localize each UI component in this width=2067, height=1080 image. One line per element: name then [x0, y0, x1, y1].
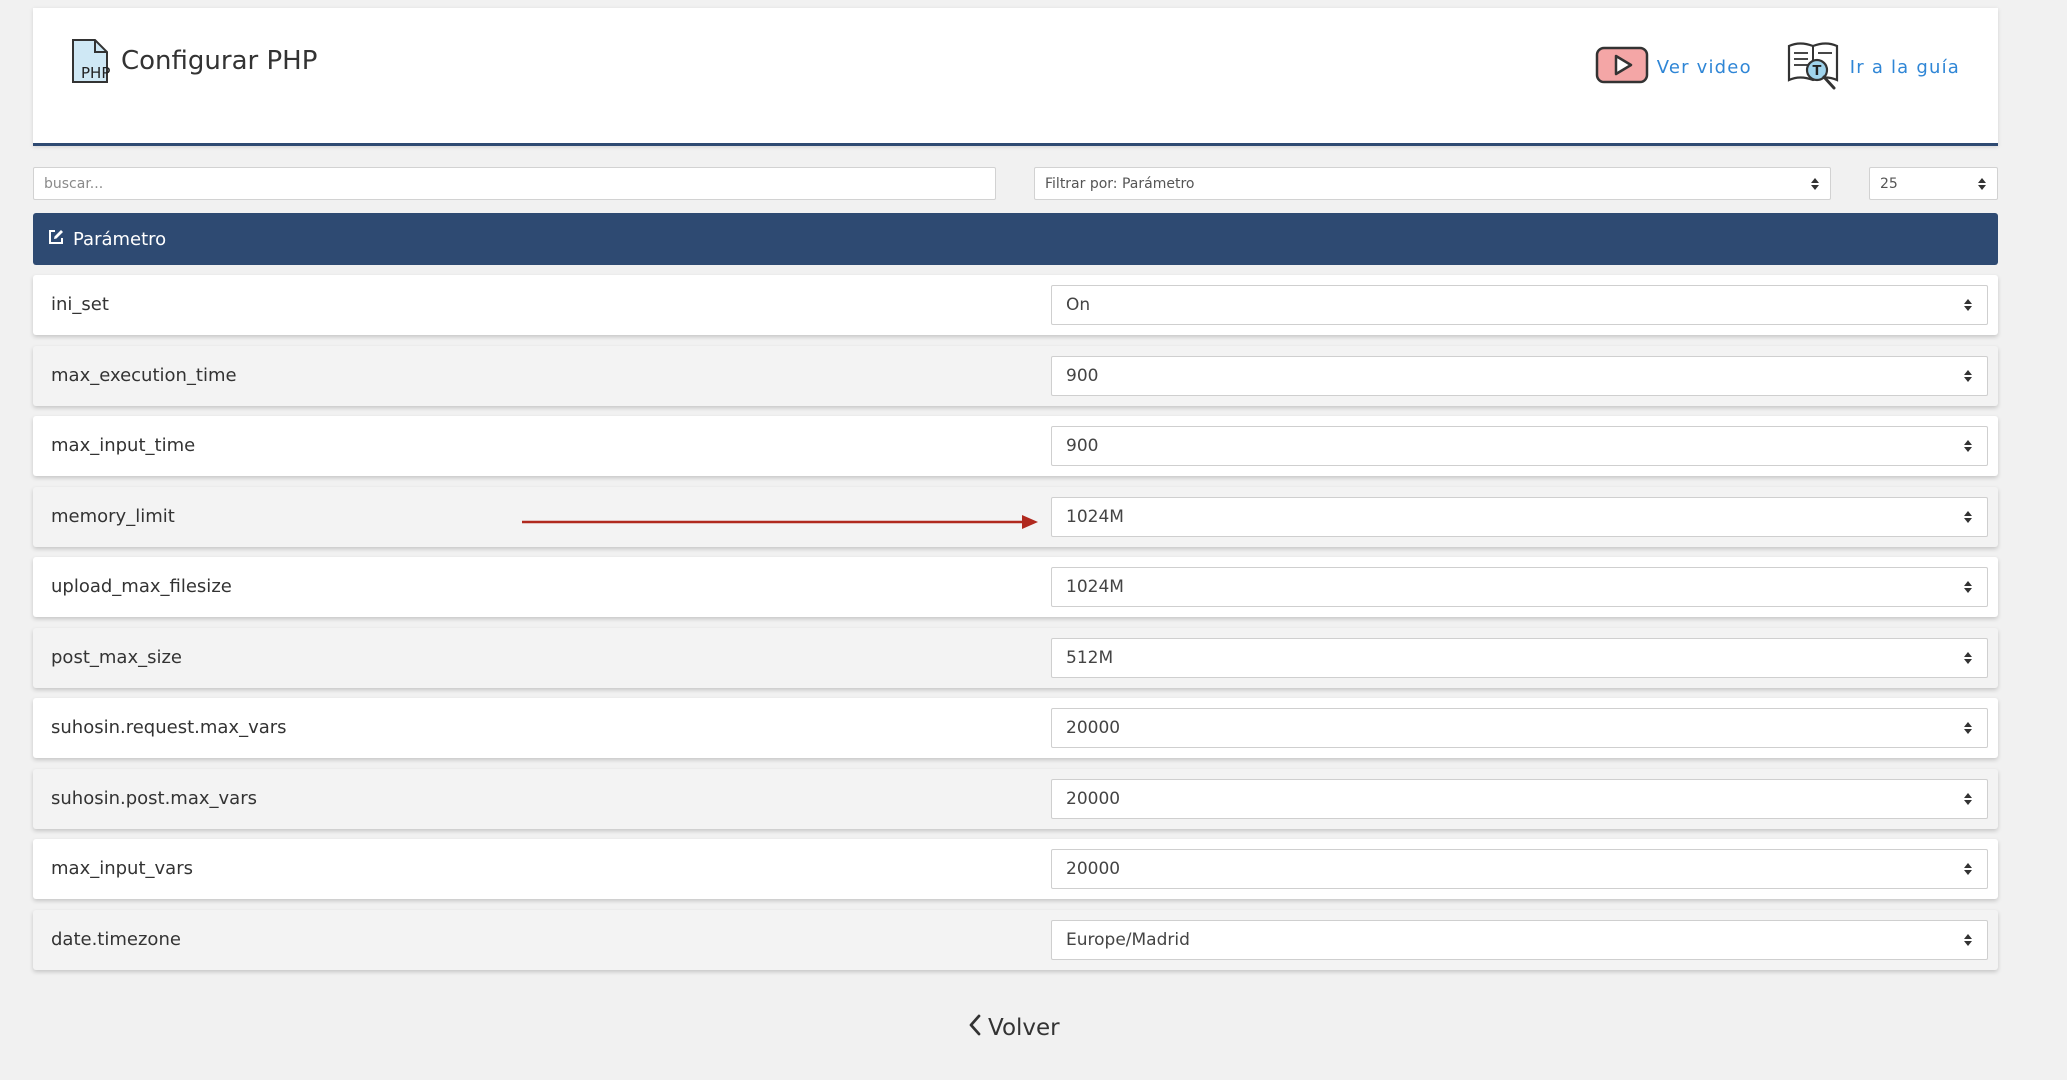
select-arrows-icon — [1810, 177, 1820, 190]
parameter-list: ini_set On max_execution_time 900 max_input_… — [33, 275, 1998, 980]
parameter-value-select[interactable]: Europe/Madrid — [1051, 919, 1988, 960]
parameter-value: 900 — [1066, 436, 1099, 456]
filter-bar: Filtrar por: Parámetro 25 — [33, 167, 1998, 200]
header-actions: Ver video T Ir a la guía — [1595, 38, 1960, 97]
parameter-name: max_input_time — [51, 435, 196, 456]
parameter-name: memory_limit — [51, 505, 175, 527]
parameter-row: suhosin.request.max_vars 20000 — [33, 698, 1998, 758]
select-arrows-icon — [1963, 722, 1973, 734]
select-arrows-icon — [1963, 581, 1973, 593]
parameter-row: max_execution_time 900 — [33, 345, 1998, 406]
parameter-row: max_input_time 900 — [33, 416, 1998, 476]
parameter-row: suhosin.post.max_vars 20000 — [33, 768, 1998, 829]
search-input[interactable] — [33, 167, 996, 200]
parameter-value-select[interactable]: 1024M — [1051, 567, 1988, 607]
select-arrows-icon — [1977, 177, 1987, 190]
go-to-guide-label: Ir a la guía — [1849, 57, 1960, 78]
header-card: PHP Configurar PHP Ver video T Ir a la g… — [33, 8, 1998, 146]
svg-text:PHP: PHP — [81, 64, 110, 82]
watch-video-label: Ver video — [1656, 57, 1752, 78]
watch-video-link[interactable]: Ver video — [1595, 46, 1752, 89]
parameter-name: ini_set — [51, 294, 109, 315]
parameter-name: max_input_vars — [51, 858, 193, 879]
parameter-row: date.timezone Europe/Madrid — [33, 909, 1998, 970]
guide-book-icon: T — [1786, 38, 1842, 97]
parameter-name: suhosin.post.max_vars — [51, 787, 257, 809]
parameter-name: suhosin.request.max_vars — [51, 717, 287, 738]
back-button[interactable]: Volver — [968, 1014, 1060, 1042]
go-to-guide-link[interactable]: T Ir a la guía — [1786, 38, 1960, 97]
parameter-value-select[interactable]: 20000 — [1051, 849, 1988, 889]
parameter-row: upload_max_filesize 1024M — [33, 557, 1998, 617]
filter-by-value: Filtrar por: Parámetro — [1045, 175, 1195, 192]
select-arrows-icon — [1963, 792, 1973, 805]
parameter-value-select[interactable]: 512M — [1051, 637, 1988, 678]
parameter-name: max_execution_time — [51, 364, 237, 386]
select-arrows-icon — [1963, 440, 1973, 452]
parameter-value: 20000 — [1066, 718, 1121, 738]
select-arrows-icon — [1963, 933, 1973, 946]
select-arrows-icon — [1963, 369, 1973, 382]
column-header-parameter: Parámetro — [73, 228, 167, 250]
select-arrows-icon — [1963, 510, 1973, 523]
parameter-row: ini_set On — [33, 275, 1998, 335]
parameter-value-select[interactable]: 20000 — [1051, 708, 1988, 748]
video-play-icon — [1595, 46, 1649, 89]
php-file-icon: PHP — [69, 38, 111, 84]
parameter-name: date.timezone — [51, 928, 181, 950]
select-arrows-icon — [1963, 299, 1973, 311]
edit-icon — [47, 228, 65, 251]
annotation-arrow-icon — [522, 515, 1038, 529]
page-title: PHP Configurar PHP — [69, 38, 317, 84]
parameter-value: 1024M — [1066, 577, 1124, 597]
parameter-value: 20000 — [1066, 859, 1121, 879]
parameter-value-select[interactable]: 1024M — [1051, 496, 1988, 537]
page-title-text: Configurar PHP — [121, 46, 318, 76]
parameter-row: post_max_size 512M — [33, 627, 1998, 688]
parameter-value-select[interactable]: 900 — [1051, 426, 1988, 466]
select-arrows-icon — [1963, 651, 1973, 664]
page-size-select[interactable]: 25 — [1869, 167, 1998, 200]
select-arrows-icon — [1963, 863, 1973, 875]
parameter-row: max_input_vars 20000 — [33, 839, 1998, 899]
parameter-value: Europe/Madrid — [1066, 929, 1190, 950]
filter-by-select[interactable]: Filtrar por: Parámetro — [1034, 167, 1831, 200]
parameter-value-select[interactable]: 20000 — [1051, 778, 1988, 819]
svg-text:T: T — [1812, 64, 1822, 79]
parameter-value: 1024M — [1066, 506, 1124, 527]
parameter-value: On — [1066, 295, 1091, 315]
parameter-name: post_max_size — [51, 646, 182, 668]
page-size-value: 25 — [1880, 175, 1898, 192]
table-header: Parámetro — [33, 213, 1998, 265]
parameter-name: upload_max_filesize — [51, 576, 232, 597]
parameter-value: 512M — [1066, 647, 1114, 668]
parameter-value: 20000 — [1066, 788, 1121, 809]
parameter-value-select[interactable]: 900 — [1051, 355, 1988, 396]
chevron-left-icon — [968, 1014, 982, 1042]
back-label: Volver — [988, 1015, 1060, 1041]
parameter-value-select[interactable]: On — [1051, 285, 1988, 325]
parameter-value: 900 — [1066, 365, 1099, 386]
